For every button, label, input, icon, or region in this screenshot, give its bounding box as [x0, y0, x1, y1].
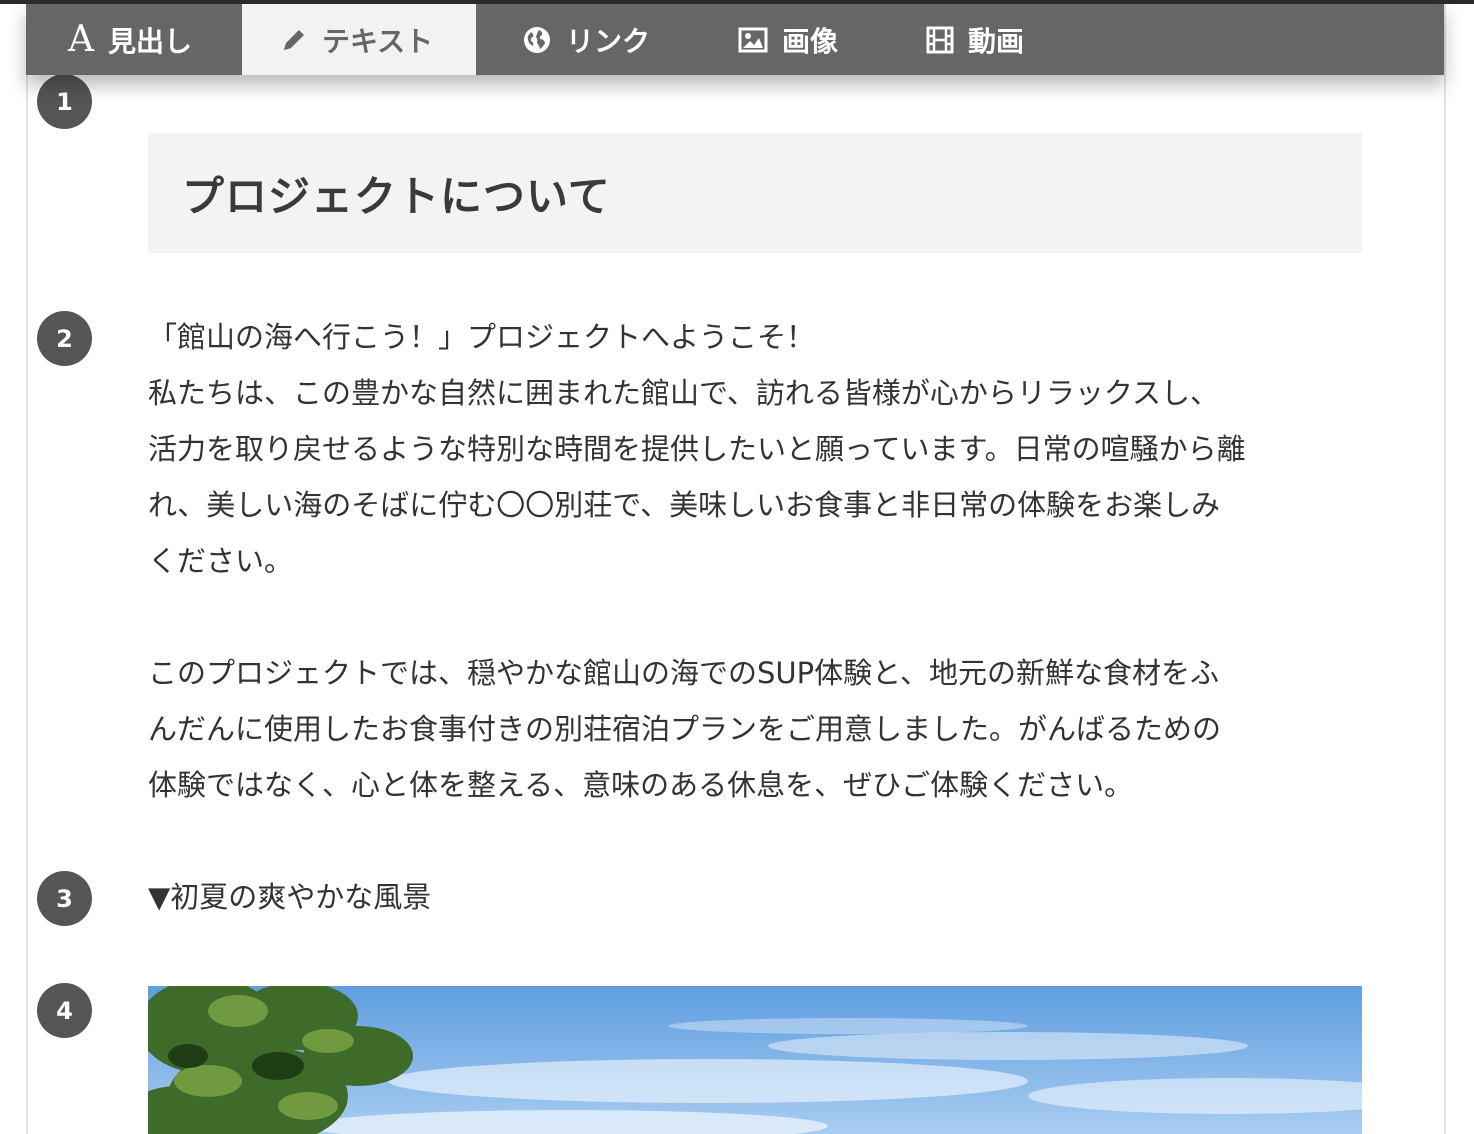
text-line: んだんに使用したお食事付きの別荘宿泊プランをご用意しました。がんばるための [148, 712, 1222, 746]
block-number-badge[interactable]: 1 [37, 74, 92, 129]
block-number-badge[interactable]: 4 [37, 983, 92, 1038]
text-block-plan[interactable]: このプロジェクトでは、穏やかな館山の海でのSUP体験と、地元の新鮮な食材をふ ん… [148, 645, 1368, 813]
toolbar-link-button[interactable]: リンク [522, 4, 650, 75]
text-block-caption[interactable]: ▼初夏の爽やかな風景 [148, 869, 1368, 925]
block-number-badge[interactable]: 3 [37, 871, 92, 926]
image-icon [738, 27, 768, 53]
toolbar-text-button[interactable]: テキスト [242, 4, 476, 75]
block-toolbar: A 見出し テキスト リンク 画像 動画 [26, 4, 1444, 75]
toolbar-image-label: 画像 [782, 24, 839, 58]
text-line: 私たちは、この豊かな自然に囲まれた館山で、訪れる皆様が心からリラックスし、 [148, 376, 1219, 410]
text-line: ください。 [148, 544, 294, 578]
landscape-photo[interactable] [148, 986, 1362, 1134]
text-line: 活力を取り戻せるような特別な時間を提供したいと願っています。日常の喧騒から離 [148, 432, 1246, 466]
toolbar-heading-label: 見出し [108, 24, 193, 58]
globe-icon [522, 25, 552, 55]
pencil-icon [280, 26, 308, 54]
toolbar-text-label: テキスト [322, 24, 434, 58]
toolbar-video-button[interactable]: 動画 [926, 4, 1024, 75]
section-heading: プロジェクトについて [182, 171, 611, 221]
toolbar-image-button[interactable]: 画像 [738, 4, 838, 75]
film-icon [926, 26, 954, 54]
toolbar-video-label: 動画 [968, 24, 1025, 58]
letter-a-icon: A [68, 18, 94, 60]
toolbar-heading-button[interactable]: A 見出し [26, 4, 242, 75]
landscape-image [148, 986, 1362, 1134]
text-line: 「館山の海へ行こう！」プロジェクトへようこそ！ [148, 320, 816, 354]
text-line: このプロジェクトでは、穏やかな館山の海でのSUP体験と、地元の新鮮な食材をふ [148, 656, 1219, 690]
image-caption: ▼初夏の爽やかな風景 [148, 880, 432, 914]
toolbar-link-label: リンク [566, 24, 651, 58]
text-line: れ、美しい海のそばに佇む〇〇別荘で、美味しいお食事と非日常の体験をお楽しみ [148, 488, 1221, 522]
editor-page: A 見出し テキスト リンク 画像 動画 1 2 3 4 プロジェクトについて … [0, 0, 1474, 1134]
block-number-badge[interactable]: 2 [37, 311, 92, 366]
text-block-intro[interactable]: 「館山の海へ行こう！」プロジェクトへようこそ！ 私たちは、この豊かな自然に囲まれ… [148, 309, 1368, 589]
text-line: 体験ではなく、心と体を整える、意味のある休息を、ぜひご体験ください。 [148, 768, 1134, 802]
heading-block[interactable]: プロジェクトについて [148, 133, 1362, 253]
